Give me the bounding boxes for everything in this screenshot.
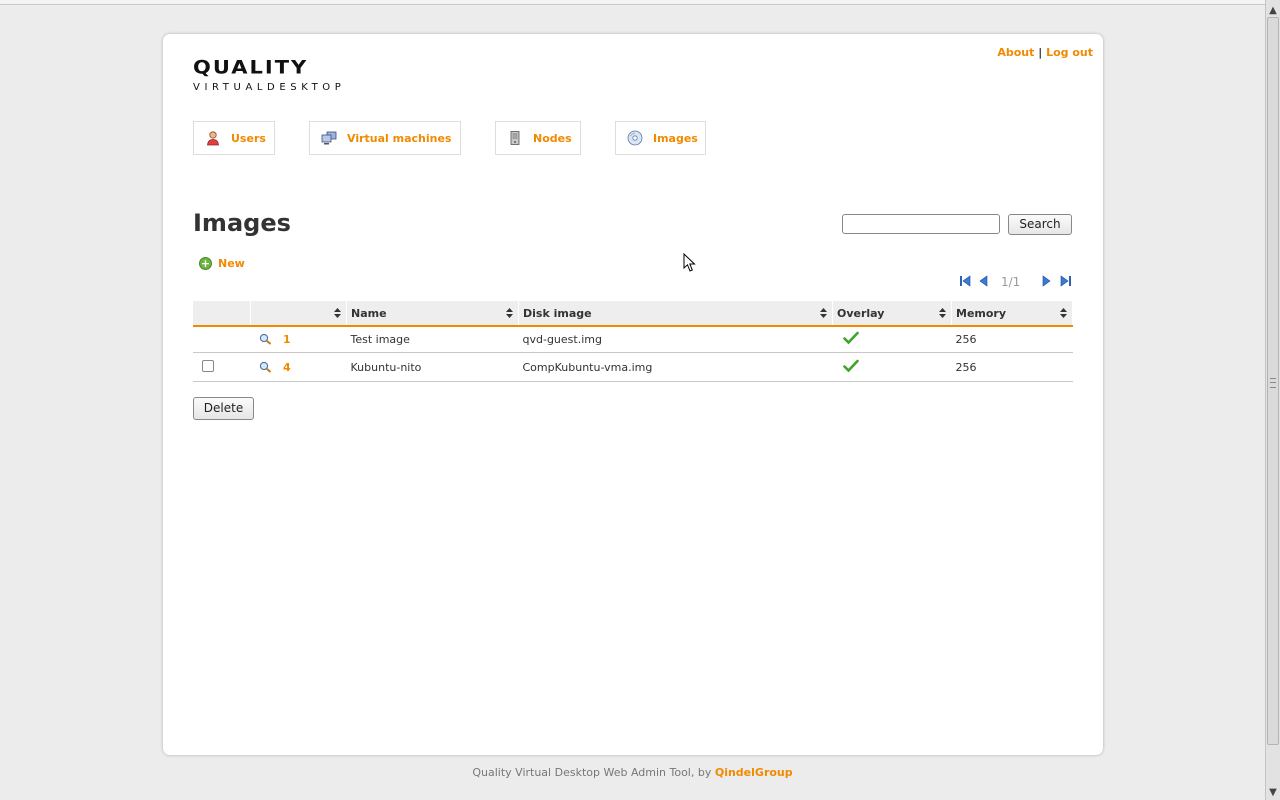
sort-icon xyxy=(334,308,341,318)
delete-button[interactable]: Delete xyxy=(193,397,254,420)
check-icon xyxy=(842,331,859,345)
sort-icon xyxy=(820,308,827,318)
row-disk-image-cell: qvd-guest.img xyxy=(518,326,833,353)
images-table: Name Disk image Overlay Memory 1 Test im… xyxy=(193,301,1073,382)
footer-text: Quality Virtual Desktop Web Admin Tool, … xyxy=(472,766,712,779)
pagination: 1/1 xyxy=(959,274,1073,289)
main-panel: QUALITY VIRTUALDESKTOP About | Log out U… xyxy=(163,34,1103,755)
header-name[interactable]: Name xyxy=(346,301,519,327)
row-id-cell: 1 xyxy=(250,326,347,353)
header-overlay[interactable]: Overlay xyxy=(832,301,952,327)
row-select-cell xyxy=(193,352,251,382)
table-header-row: Name Disk image Overlay Memory xyxy=(193,301,1073,327)
row-memory-cell: 256 xyxy=(951,326,1073,353)
search-input[interactable] xyxy=(842,214,1000,234)
user-icon xyxy=(205,130,221,146)
nav-users[interactable]: Users xyxy=(193,121,275,155)
image-id-link[interactable]: 4 xyxy=(283,361,291,374)
logo-main-text: QUALITY xyxy=(193,56,309,78)
magnifier-icon[interactable] xyxy=(259,333,272,345)
table-row: 1 Test image qvd-guest.img 256 xyxy=(193,326,1073,353)
browser-top-edge xyxy=(0,0,1265,5)
add-icon: + xyxy=(199,257,212,270)
header-disk-image-label: Disk image xyxy=(523,306,592,320)
search-button[interactable]: Search xyxy=(1008,214,1072,235)
new-image-link[interactable]: + New xyxy=(199,257,245,270)
previous-page-icon[interactable] xyxy=(978,274,990,288)
magnifier-icon[interactable] xyxy=(259,361,272,373)
nav-images[interactable]: Images xyxy=(615,121,706,155)
footer-company-link[interactable]: QindelGroup xyxy=(715,766,793,779)
first-page-icon[interactable] xyxy=(959,274,971,288)
nav-nodes[interactable]: Nodes xyxy=(495,121,581,155)
mouse-cursor-icon xyxy=(683,253,696,272)
header-id[interactable] xyxy=(250,301,347,327)
image-id-link[interactable]: 1 xyxy=(283,333,291,346)
header-disk-image[interactable]: Disk image xyxy=(518,301,833,327)
row-name-cell: Test image xyxy=(346,326,519,353)
about-link[interactable]: About xyxy=(997,46,1034,59)
nav-nodes-label: Nodes xyxy=(533,131,572,145)
row-overlay-cell xyxy=(832,352,952,382)
check-icon xyxy=(842,359,859,372)
header-overlay-label: Overlay xyxy=(837,306,885,320)
sort-icon xyxy=(506,308,513,318)
computer-icon xyxy=(321,130,337,146)
header-memory-label: Memory xyxy=(956,306,1007,320)
row-memory-cell: 256 xyxy=(951,352,1073,382)
row-select-cell xyxy=(193,326,251,353)
page-title: Images xyxy=(193,209,291,237)
new-image-label: New xyxy=(218,257,245,270)
top-links: About | Log out xyxy=(997,46,1093,59)
grip-icon xyxy=(1270,378,1276,388)
scroll-down-icon[interactable]: ▼ xyxy=(1266,786,1280,800)
top-links-separator: | xyxy=(1038,46,1043,59)
row-id-cell: 4 xyxy=(250,352,347,382)
vertical-scrollbar[interactable]: ▲ ▼ xyxy=(1265,0,1280,800)
header-name-label: Name xyxy=(351,306,387,320)
footer: Quality Virtual Desktop Web Admin Tool, … xyxy=(0,766,1265,779)
page-indicator: 1/1 xyxy=(1001,275,1021,289)
row-checkbox[interactable] xyxy=(202,359,214,372)
logo: QUALITY VIRTUALDESKTOP xyxy=(193,58,345,93)
disc-icon xyxy=(627,130,643,146)
table-row: 4 Kubuntu-nito CompKubuntu-vma.img 256 xyxy=(193,352,1073,382)
sort-icon xyxy=(939,308,946,318)
last-page-icon[interactable] xyxy=(1060,274,1072,288)
scroll-up-icon[interactable]: ▲ xyxy=(1266,4,1280,18)
next-page-icon[interactable] xyxy=(1040,274,1052,288)
nav-users-label: Users xyxy=(231,131,266,145)
sort-icon xyxy=(1060,308,1067,318)
row-name-cell: Kubuntu-nito xyxy=(346,352,519,382)
logout-link[interactable]: Log out xyxy=(1046,46,1093,59)
scrollbar-thumb[interactable] xyxy=(1267,17,1279,745)
nav-images-label: Images xyxy=(653,131,698,145)
logo-sub-text: VIRTUALDESKTOP xyxy=(193,82,346,93)
nav-virtual-machines-label: Virtual machines xyxy=(347,131,452,145)
row-overlay-cell xyxy=(832,326,952,353)
nav-virtual-machines[interactable]: Virtual machines xyxy=(309,121,461,155)
server-icon xyxy=(507,130,523,146)
header-memory[interactable]: Memory xyxy=(951,301,1073,327)
header-select xyxy=(193,301,251,327)
row-disk-image-cell: CompKubuntu-vma.img xyxy=(518,352,833,382)
